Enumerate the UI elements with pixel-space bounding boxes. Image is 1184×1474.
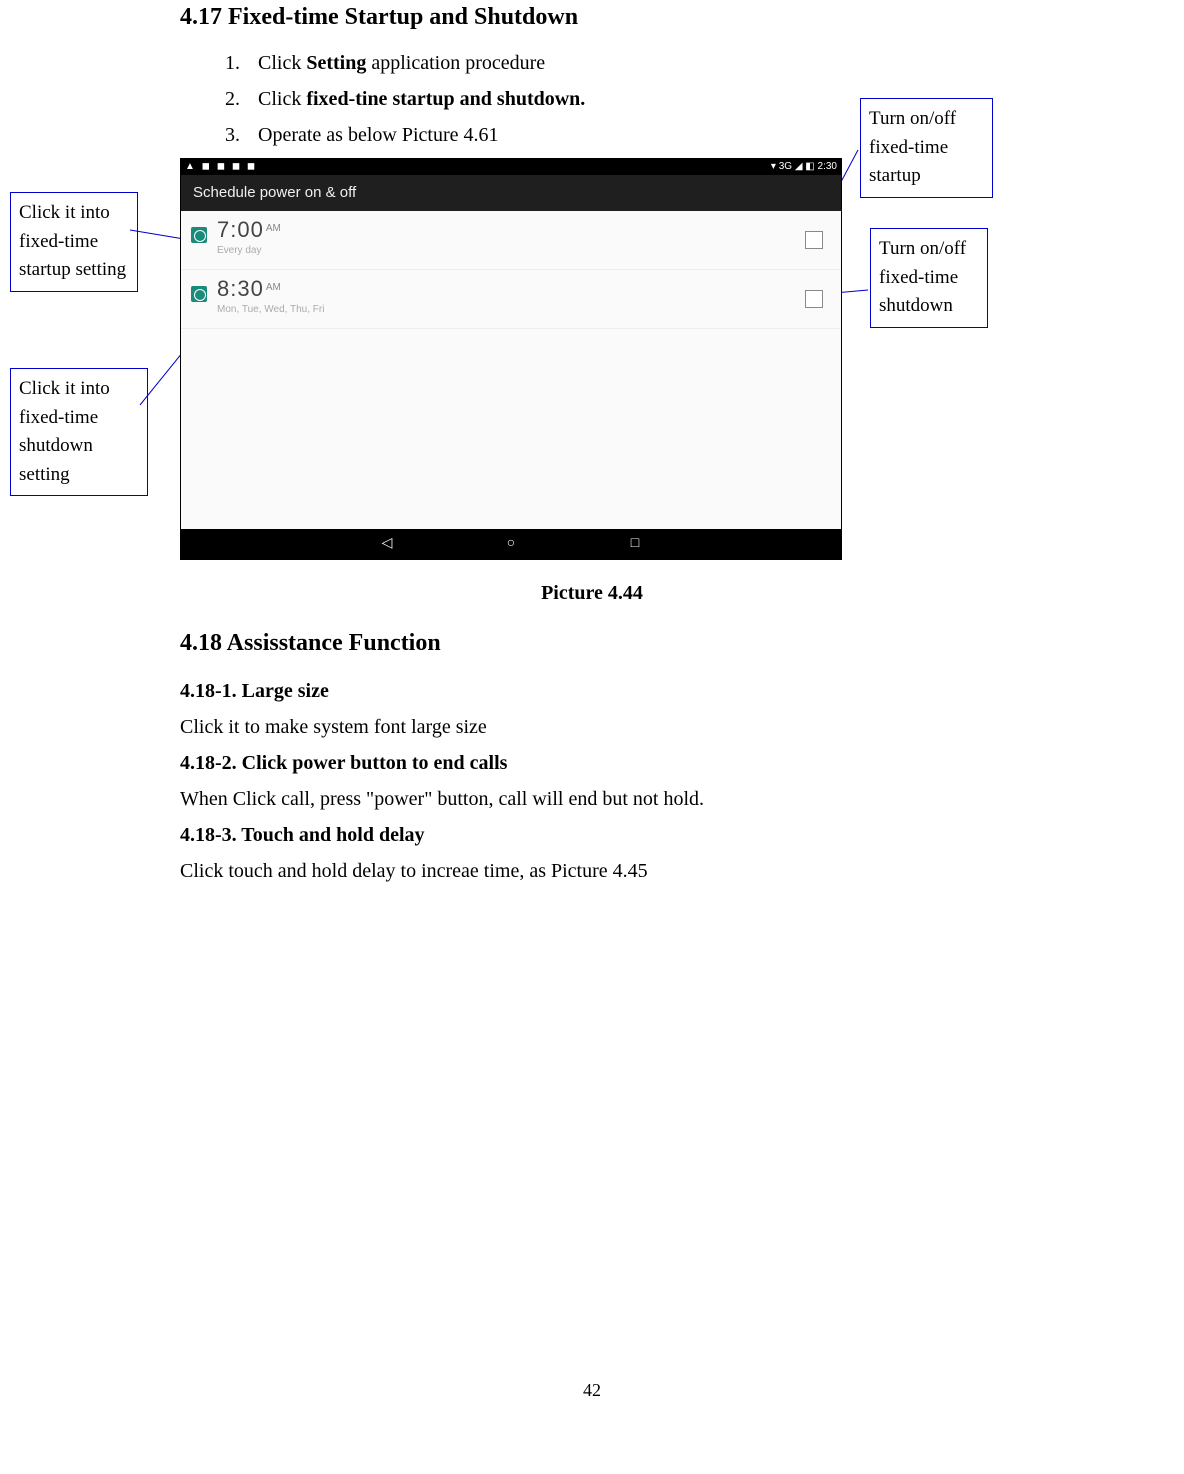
- paragraph-4-18-3: Click touch and hold delay to increae ti…: [180, 860, 648, 883]
- power-off-days: Mon, Tue, Wed, Thu, Fri: [217, 304, 324, 315]
- step-3-text: Operate as below Picture 4.61: [258, 124, 498, 146]
- subheading-4-18-1: 4.18-1. Large size: [180, 680, 329, 703]
- step-2-text-a: Click: [258, 88, 306, 110]
- status-left-icons: ▲ ◼ ◼ ◼ ◼: [185, 161, 257, 172]
- heading-4-18: 4.18 Assisstance Function: [180, 630, 441, 657]
- subheading-4-18-2: 4.18-2. Click power button to end calls: [180, 752, 507, 775]
- step-2-num: 2.: [225, 88, 253, 111]
- callout-startup-setting: Click it into fixed-time startup setting: [10, 192, 138, 292]
- paragraph-4-18-1: Click it to make system font large size: [180, 716, 487, 739]
- step-1-text-c: application procedure: [366, 52, 545, 74]
- nav-home-icon[interactable]: ○: [451, 529, 571, 559]
- android-screenshot: ▲ ◼ ◼ ◼ ◼ ▾ 3G ◢ ◧ 2:30 Schedule power o…: [180, 158, 842, 560]
- step-1-num: 1.: [225, 52, 253, 75]
- page-number: 42: [0, 1380, 1184, 1401]
- power-off-time: 8:30AM: [217, 276, 281, 302]
- subheading-4-18-3: 4.18-3. Touch and hold delay: [180, 824, 425, 847]
- paragraph-4-18-2: When Click call, press "power" button, c…: [180, 788, 704, 811]
- power-on-icon: [191, 227, 207, 243]
- app-bar: Schedule power on & off: [181, 175, 841, 211]
- step-1: 1. Click Setting application procedure: [225, 52, 545, 75]
- power-off-hhmm: 8:30: [217, 276, 264, 301]
- step-1-text-a: Click: [258, 52, 306, 74]
- status-bar: ▲ ◼ ◼ ◼ ◼ ▾ 3G ◢ ◧ 2:30: [181, 159, 841, 175]
- callout-shutdown-setting: Click it into fixed-time shutdown settin…: [10, 368, 148, 496]
- schedule-list: 7:00AM Every day 8:30AM Mon, Tue, Wed, T…: [181, 211, 841, 529]
- step-1-text-b: Setting: [306, 52, 366, 74]
- schedule-row-power-off[interactable]: 8:30AM Mon, Tue, Wed, Thu, Fri: [181, 270, 841, 329]
- callout-shutdown-toggle: Turn on/off fixed-time shutdown: [870, 228, 988, 328]
- power-off-checkbox[interactable]: [805, 290, 823, 308]
- step-3-num: 3.: [225, 124, 253, 147]
- callout-startup-toggle: Turn on/off fixed-time startup: [860, 98, 993, 198]
- app-bar-title: Schedule power on & off: [193, 184, 356, 201]
- step-3: 3. Operate as below Picture 4.61: [225, 124, 498, 147]
- nav-bar: ◁ ○ □: [181, 529, 841, 559]
- power-on-ampm: AM: [266, 223, 281, 234]
- power-on-hhmm: 7:00: [217, 217, 264, 242]
- nav-recent-icon[interactable]: □: [575, 529, 695, 559]
- power-off-icon: [191, 286, 207, 302]
- document-page: 4.17 Fixed-time Startup and Shutdown 1. …: [0, 0, 1184, 1474]
- power-on-days: Every day: [217, 245, 261, 256]
- step-2-text-b: fixed-tine startup and shutdown.: [306, 88, 585, 110]
- heading-4-17: 4.17 Fixed-time Startup and Shutdown: [180, 4, 578, 31]
- power-on-time: 7:00AM: [217, 217, 281, 243]
- nav-back-icon[interactable]: ◁: [327, 529, 447, 559]
- step-2: 2. Click fixed-tine startup and shutdown…: [225, 88, 585, 111]
- status-right-icons: ▾ 3G ◢ ◧ 2:30: [771, 161, 837, 172]
- figure-caption: Picture 4.44: [0, 582, 1184, 605]
- power-off-ampm: AM: [266, 282, 281, 293]
- power-on-checkbox[interactable]: [805, 231, 823, 249]
- schedule-row-power-on[interactable]: 7:00AM Every day: [181, 211, 841, 270]
